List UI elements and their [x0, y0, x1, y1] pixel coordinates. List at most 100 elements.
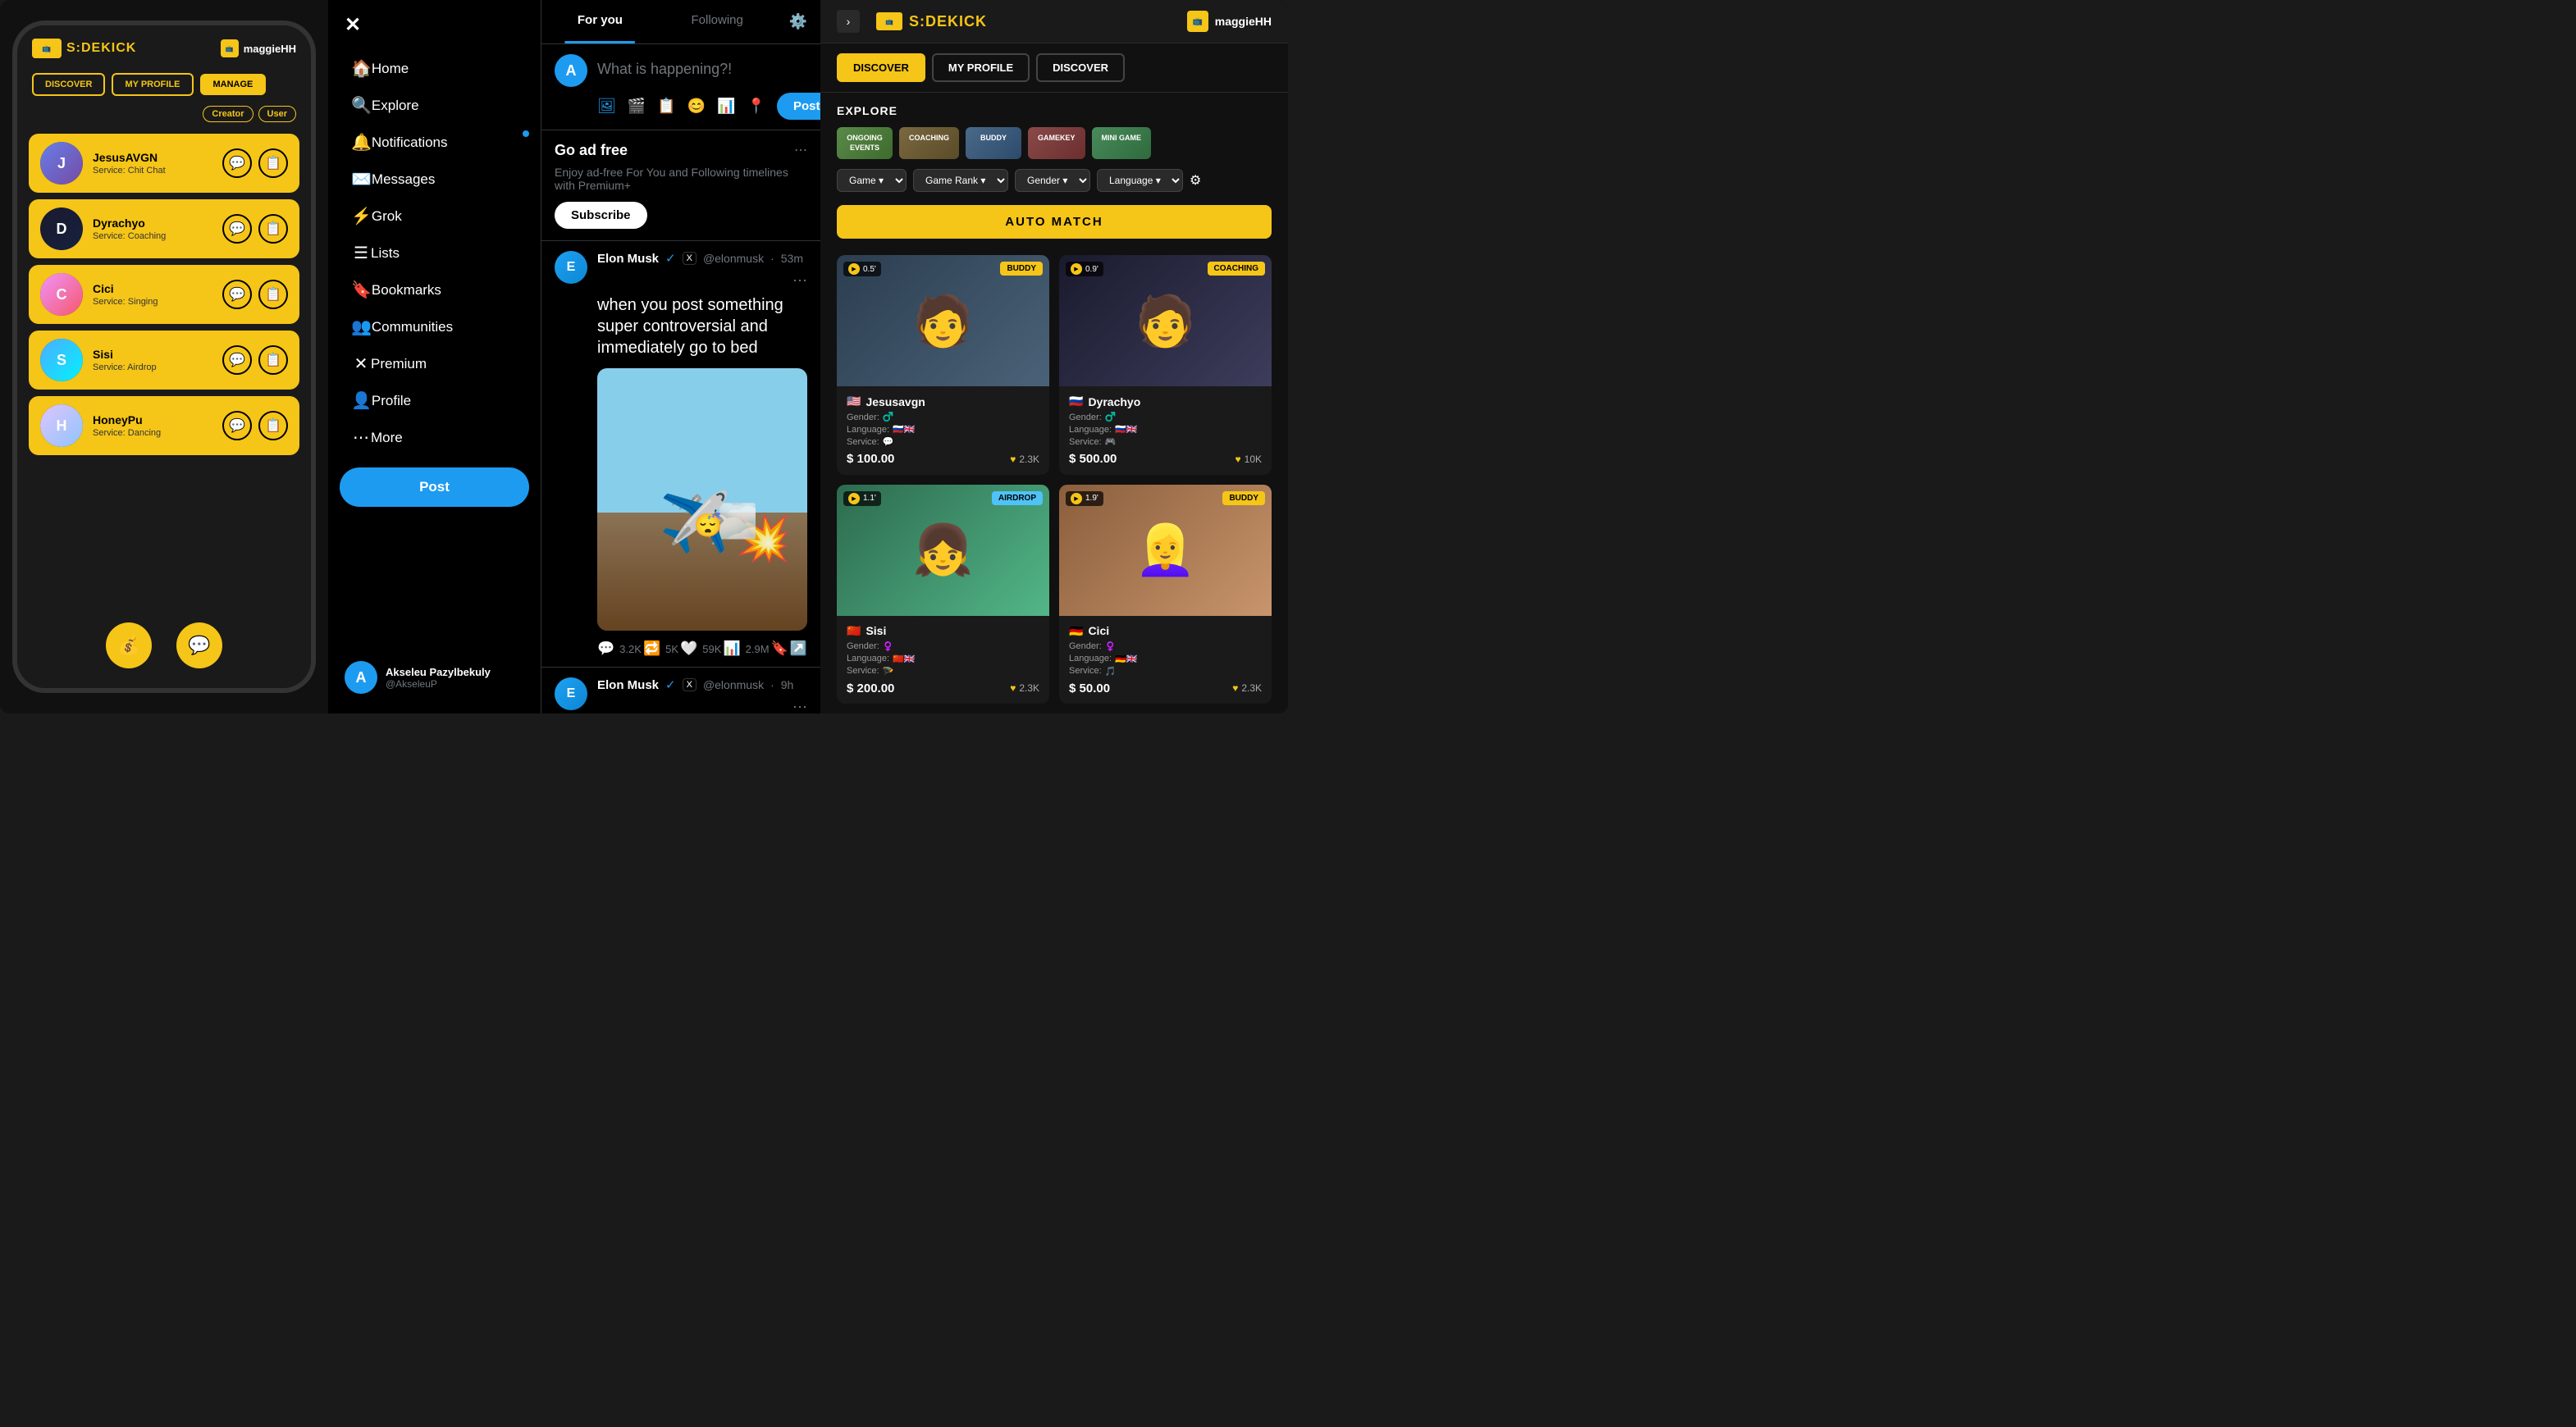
sk-creator-card-sisi[interactable]: 👧 ▶ 1.1' AIRDROP 🇨🇳 Sisi Gender: — [837, 485, 1049, 704]
explore-tab-minigame[interactable]: MINI GAME — [1092, 127, 1152, 159]
chat-button[interactable]: 💬 — [222, 280, 252, 309]
chat-button[interactable]: 💬 — [222, 214, 252, 244]
tweet-more-icon-2[interactable]: ⋯ — [792, 699, 807, 714]
sidebar-item-bookmarks[interactable]: 🔖 Bookmarks — [335, 271, 534, 308]
sk-creator-card-jesusavgn[interactable]: 🧑 ▶ 0.5' BUDDY 🇺🇸 Jesusavgn Gender: — [837, 255, 1049, 474]
promoted-menu-icon[interactable]: ⋯ — [794, 142, 807, 158]
poll-tool-icon[interactable]: 📊 — [717, 98, 735, 115]
like-icon: 🤍 — [680, 641, 697, 657]
sk-tab-discover-2[interactable]: DISCOVER — [1036, 53, 1125, 82]
user-menu[interactable]: A Akseleu Pazylbekuly @AkseleuP — [328, 648, 541, 707]
user-avatar-small: A — [345, 661, 377, 694]
phone-my-profile-button[interactable]: MY PROFILE — [112, 73, 193, 96]
explore-tab-buddy[interactable]: BUDDY — [966, 127, 1021, 159]
phone-tag-user[interactable]: User — [258, 106, 296, 122]
chat-button[interactable]: 💬 — [222, 411, 252, 440]
subscribe-button[interactable]: Subscribe — [555, 202, 647, 229]
sk-tab-my-profile[interactable]: MY PROFILE — [932, 53, 1030, 82]
profile-button[interactable]: 📋 — [258, 411, 288, 440]
sidebar-item-premium[interactable]: ✕ Premium — [335, 345, 534, 382]
chat-icon[interactable]: 💬 — [176, 622, 222, 668]
tweet-header-1: Elon Musk ✓ X @elonmusk · 53m ⋯ — [597, 251, 807, 290]
sidebar-item-profile[interactable]: 👤 Profile — [335, 382, 534, 419]
sidebar-item-more[interactable]: ⋯ More — [335, 419, 534, 456]
meme-content: 💥 🌫️ ✈️ 😴 — [597, 368, 807, 631]
sidebar-item-explore[interactable]: 🔍 Explore — [335, 87, 534, 124]
sk-username: maggieHH — [1215, 15, 1272, 28]
profile-button[interactable]: 📋 — [258, 148, 288, 178]
user-name-bottom: Akseleu Pazylbekuly — [386, 666, 491, 678]
emoji-tool-icon[interactable]: 😊 — [687, 98, 706, 115]
phone-logo-icon: 📺 — [32, 39, 62, 58]
language-label: Language: — [847, 654, 889, 663]
chat-button[interactable]: 💬 — [222, 148, 252, 178]
tab-following[interactable]: Following — [659, 0, 776, 43]
sk-creator-info-dyrachyo: 🇷🇺 Dyrachyo Gender: ♂️ Language: 🇷🇺🇬🇧 Se… — [1059, 386, 1272, 474]
flag-cn: 🇨🇳 — [847, 624, 861, 638]
explore-tab-gamekey[interactable]: GAMEKEY — [1028, 127, 1085, 159]
list-tool-icon[interactable]: 📋 — [657, 98, 675, 115]
sidebar-item-messages[interactable]: ✉️ Messages — [335, 161, 534, 198]
compose-placeholder[interactable]: What is happening?! — [597, 54, 820, 84]
creator-card-honeypu[interactable]: H HoneyPu Service: Dancing 💬 📋 — [29, 396, 299, 455]
photo-tool-icon[interactable]: 🖼 — [597, 98, 616, 115]
sk-creator-image-cici: 👱‍♀️ ▶ 1.9' BUDDY — [1059, 485, 1272, 616]
game-filter[interactable]: Game ▾ — [837, 169, 907, 192]
gender-filter[interactable]: Gender ▾ — [1015, 169, 1090, 192]
wallet-icon[interactable]: 💰 — [106, 622, 152, 668]
like-action[interactable]: 🤍 59K — [680, 641, 721, 657]
tweet-dot-1: · — [770, 252, 774, 265]
heart-icon: ♥ — [1010, 454, 1016, 465]
tweet-more-icon-1[interactable]: ⋯ — [792, 272, 807, 290]
profile-button[interactable]: 📋 — [258, 345, 288, 375]
tab-for-you[interactable]: For you — [541, 0, 659, 43]
heart-icon: ♥ — [1010, 682, 1016, 694]
sk-creator-card-dyrachyo[interactable]: 🧑 ▶ 0.9' COACHING 🇷🇺 Dyrachyo Gender: — [1059, 255, 1272, 474]
sidebar-item-grok[interactable]: ⚡ Grok — [335, 198, 534, 235]
creator-card-jesusavgn[interactable]: J JesusAVGN Service: Chit Chat 💬 📋 — [29, 134, 299, 193]
profile-button[interactable]: 📋 — [258, 214, 288, 244]
sk-creator-card-cici[interactable]: 👱‍♀️ ▶ 1.9' BUDDY 🇩🇪 Cici Gender: — [1059, 485, 1272, 704]
chat-button[interactable]: 💬 — [222, 345, 252, 375]
phone-header: 📺 S:DEKICK 📺 maggieHH — [17, 25, 311, 66]
bookmark-action[interactable]: 🔖 — [771, 641, 788, 657]
sidebar-toggle-button[interactable]: › — [837, 10, 860, 33]
creator-photo-placeholder: 🧑 — [912, 292, 974, 350]
explore-tab-label: BUDDY — [975, 134, 1012, 144]
settings-icon[interactable]: ⚙️ — [776, 0, 820, 43]
sidebar-item-label: Bookmarks — [372, 282, 441, 299]
sidebar-item-lists[interactable]: ☰ Lists — [335, 235, 534, 271]
phone-discover-button[interactable]: DISCOVER — [32, 73, 105, 96]
filter-settings-icon[interactable]: ⚙ — [1190, 172, 1201, 189]
creator-card-dyrachyo[interactable]: D Dyrachyo Service: Coaching 💬 📋 — [29, 199, 299, 258]
profile-button[interactable]: 📋 — [258, 280, 288, 309]
creator-card-cici[interactable]: C Cici Service: Singing 💬 📋 — [29, 265, 299, 324]
reply-action[interactable]: 💬 3.2K — [597, 641, 642, 657]
retweet-action[interactable]: 🔁 5K — [643, 641, 678, 657]
share-action[interactable]: ↗️ — [790, 641, 807, 657]
sk-tab-discover-1[interactable]: DISCOVER — [837, 53, 925, 82]
sidebar-item-notifications[interactable]: 🔔 Notifications — [335, 124, 534, 161]
explore-tab-label: MINI GAME — [1102, 134, 1142, 144]
twitter-x-logo[interactable]: ✕ — [328, 7, 541, 50]
sk-creator-gender: Gender: ♀️ — [1069, 641, 1262, 652]
phone-mockup-panel: 📺 S:DEKICK 📺 maggieHH DISCOVER MY PROFIL… — [0, 0, 328, 714]
auto-match-button[interactable]: AUTO MATCH — [837, 205, 1272, 239]
sidebar-item-home[interactable]: 🏠 Home — [335, 50, 534, 87]
views-action[interactable]: 📊 2.9M — [723, 641, 769, 657]
location-tool-icon[interactable]: 📍 — [747, 98, 765, 115]
views-icon: 📊 — [723, 641, 740, 657]
phone-manage-button[interactable]: MANAGE — [200, 74, 267, 95]
explore-tab-ongoing-events[interactable]: ONGOINGEVENTS — [837, 127, 893, 159]
compose-post-button[interactable]: Post — [777, 93, 820, 120]
post-button[interactable]: Post — [340, 467, 529, 507]
sidebar-item-communities[interactable]: 👥 Communities — [335, 308, 534, 345]
creator-card-sisi[interactable]: S Sisi Service: Airdrop 💬 📋 — [29, 331, 299, 390]
gif-tool-icon[interactable]: 🎬 — [628, 98, 646, 115]
game-rank-filter[interactable]: Game Rank ▾ — [913, 169, 1008, 192]
explore-tab-coaching[interactable]: COACHING — [899, 127, 959, 159]
language-filter[interactable]: Language ▾ — [1097, 169, 1183, 192]
premium-icon: ✕ — [351, 353, 371, 374]
verified-icon-2: ✓ — [665, 677, 676, 692]
phone-tag-creator[interactable]: Creator — [203, 106, 253, 122]
